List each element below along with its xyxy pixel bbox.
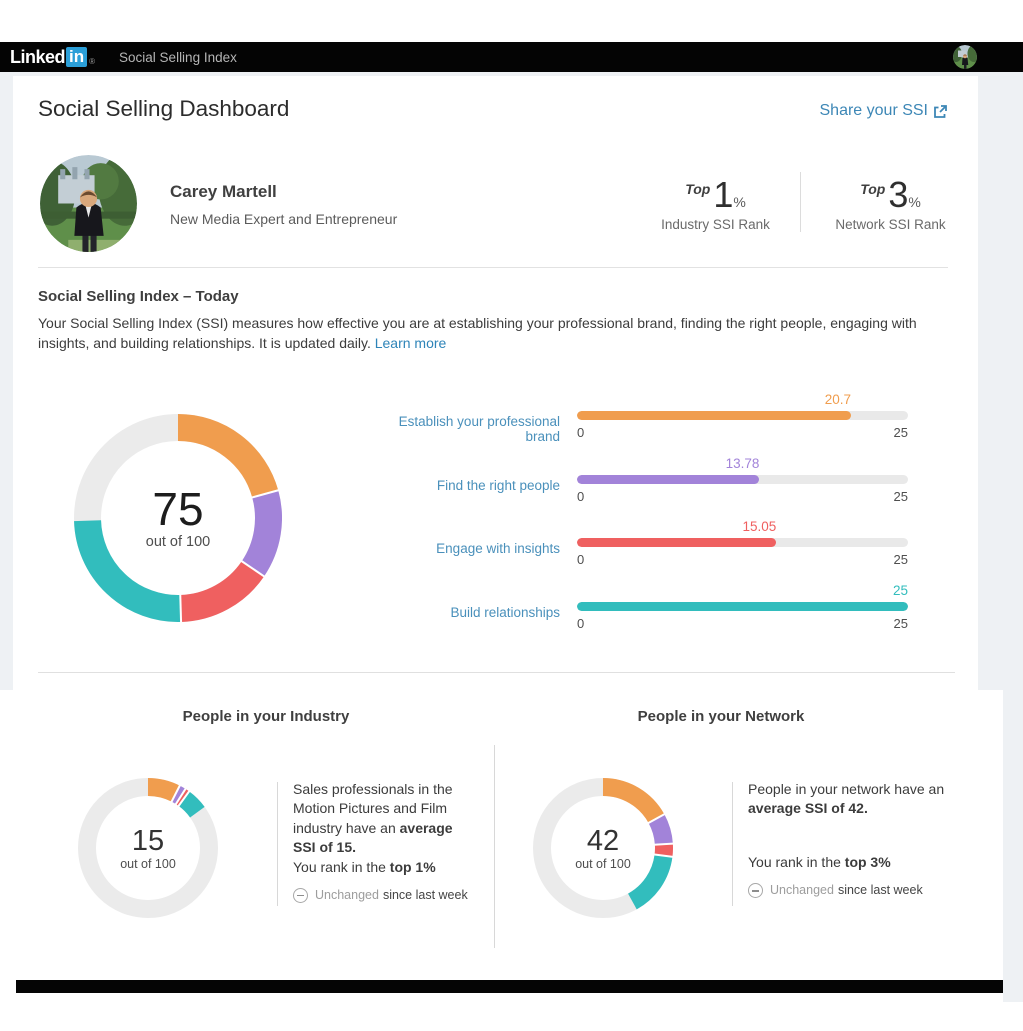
bar-track	[577, 602, 908, 611]
external-link-icon	[934, 104, 947, 118]
bar-label: Build relationships	[450, 605, 560, 620]
industry-rank-block: Top 1 % Industry SSI Rank	[643, 171, 788, 233]
page-title: Social Selling Dashboard	[38, 96, 290, 121]
today-description-text: Your Social Selling Index (SSI) measures…	[38, 315, 917, 351]
change-status-rest: since last week	[837, 883, 923, 898]
divider	[277, 782, 278, 906]
learn-more-link[interactable]: Learn more	[375, 335, 447, 351]
bar-scale: 0 25	[577, 616, 908, 631]
divider	[494, 745, 495, 948]
bar-label: Engage with insights	[436, 541, 560, 556]
logo-text-linked: Linked	[10, 46, 66, 67]
bar: 13.78 0 25	[577, 456, 908, 504]
network-average-bold: average SSI of 42.	[748, 800, 868, 817]
profile-avatar-image	[40, 155, 137, 252]
bar-scale: 0 25	[577, 489, 908, 504]
change-status-muted: Unchanged	[770, 883, 834, 898]
rank-number: 3	[888, 174, 909, 215]
profile-avatar	[40, 155, 137, 252]
nav-avatar-image	[953, 45, 977, 69]
bar-value: 20.7	[824, 392, 852, 407]
profile-name: Carey Martell	[170, 182, 277, 201]
bar-fill	[577, 411, 852, 420]
industry-section-heading: People in your Industry	[182, 708, 350, 725]
rank-divider	[800, 172, 801, 232]
bar: 25 0 25	[577, 583, 908, 631]
network-rank-block: Top 3 % Network SSI Rank	[818, 171, 963, 233]
rank-number: 1	[713, 174, 734, 215]
bar-scale-max: 25	[893, 616, 908, 631]
industry-rank-note-text: You rank in the	[293, 858, 390, 875]
network-summary: People in your network have an average S…	[748, 780, 953, 901]
change-status-rest: since last week	[382, 888, 468, 903]
bar-scale-max: 25	[893, 489, 908, 504]
footer-bar	[16, 980, 1003, 993]
bar-fill	[577, 538, 777, 547]
linkedin-logo[interactable]: Linked in ®	[10, 47, 95, 68]
divider	[38, 267, 948, 268]
profile-headline: New Media Expert and Entrepreneur	[170, 211, 398, 227]
divider	[38, 672, 955, 673]
background-strip	[1003, 690, 1023, 1002]
bar-track	[577, 411, 908, 420]
share-ssi-label: Share your SSI	[819, 102, 929, 119]
industry-summary: Sales professionals in the Motion Pictur…	[293, 780, 473, 905]
bar-track	[577, 475, 908, 484]
bar-label: Find the right people	[436, 478, 560, 493]
bar: 20.7 0 25	[577, 392, 908, 440]
rank-prefix: Top	[685, 181, 711, 197]
divider	[732, 782, 733, 906]
minus-circle-icon	[748, 883, 763, 899]
network-rank-label: Network SSI Rank	[835, 217, 946, 232]
bar-scale: 0 25	[577, 425, 908, 440]
bar-scale-max: 25	[893, 425, 908, 440]
rank-prefix: Top	[860, 181, 886, 197]
bar-scale-min: 0	[577, 616, 585, 631]
today-section-heading: Social Selling Index – Today	[38, 288, 239, 305]
minus-circle-icon	[293, 888, 308, 904]
bar-scale-min: 0	[577, 552, 585, 567]
logo-in-badge: in	[66, 47, 88, 67]
industry-average-donut: 15 out of 100	[78, 778, 218, 918]
nav-avatar[interactable]	[953, 45, 977, 69]
registered-mark: ®	[89, 56, 96, 66]
ssi-score-donut: 75 out of 100	[74, 414, 282, 622]
nav-app-title: Social Selling Index	[119, 49, 237, 65]
network-summary-text: People in your network have an	[748, 781, 945, 797]
top-navbar: Linked in ® Social Selling Index	[0, 42, 1023, 72]
bar: 15.05 0 25	[577, 519, 908, 567]
network-rank-note-text: You rank in the	[748, 853, 845, 870]
bar-fill	[577, 602, 908, 611]
dashboard-card: Social Selling Dashboard Share your SSI	[13, 76, 978, 690]
bar-label: Establish your professional brand	[398, 414, 560, 444]
bar-fill	[577, 475, 760, 484]
rank-percent-sign: %	[908, 194, 921, 210]
bar-track	[577, 538, 908, 547]
rank-percent-sign: %	[733, 194, 746, 210]
industry-change-status: Unchanged since last week	[293, 886, 473, 905]
change-status-muted: Unchanged	[315, 888, 379, 903]
network-rank-note-bold: top 3%	[844, 853, 891, 870]
bar-scale-min: 0	[577, 425, 585, 440]
industry-rank-label: Industry SSI Rank	[661, 217, 770, 232]
comparison-section: People in your Industry People in your N…	[0, 690, 1003, 980]
page: Linked in ® Social Selling Index Social …	[0, 0, 1023, 1031]
bar-scale-max: 25	[893, 552, 908, 567]
bar-scale-min: 0	[577, 489, 585, 504]
industry-rank-value: Top 1 %	[643, 171, 788, 213]
network-change-status: Unchanged since last week	[748, 881, 953, 900]
today-description: Your Social Selling Index (SSI) measures…	[38, 314, 946, 353]
network-average-donut: 42 out of 100	[533, 778, 673, 918]
bar-scale: 0 25	[577, 552, 908, 567]
ssi-component-bars: Establish your professional brand 20.7 0…	[367, 384, 932, 654]
bar-value: 25	[892, 583, 908, 598]
industry-rank-note: You rank in the top 1%	[293, 858, 473, 877]
bar-value: 15.05	[742, 519, 777, 534]
network-rank-value: Top 3 %	[818, 171, 963, 213]
industry-rank-note-bold: top 1%	[389, 858, 436, 875]
bar-value: 13.78	[725, 456, 760, 471]
share-ssi-link[interactable]: Share your SSI	[820, 102, 949, 120]
network-rank-note: You rank in the top 3%	[748, 853, 953, 872]
network-section-heading: People in your Network	[637, 708, 805, 725]
